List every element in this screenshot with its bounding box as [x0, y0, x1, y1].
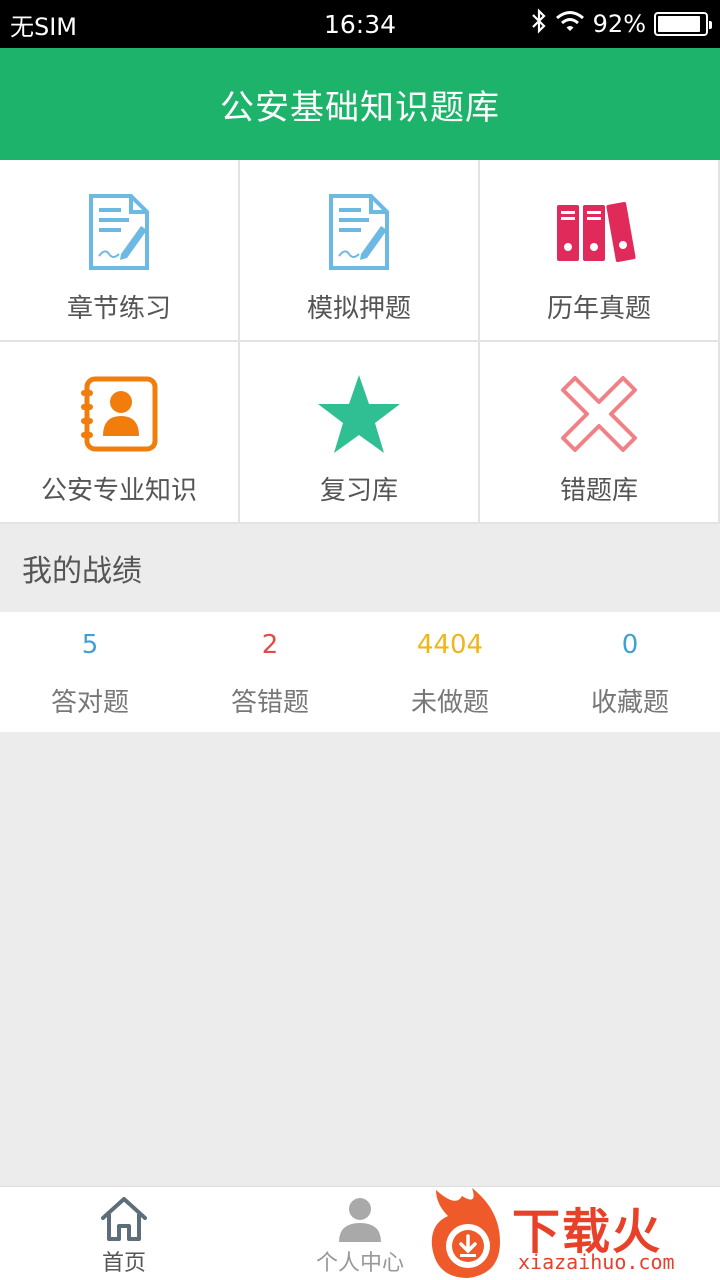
- stats-panel: 5 答对题 2 答错题 4404 未做题 0 收藏题: [0, 612, 720, 732]
- stat-correct[interactable]: 5 答对题: [0, 612, 180, 732]
- page-title: 公安基础知识题库: [220, 87, 500, 128]
- app-header: 公安基础知识题库: [0, 48, 720, 160]
- wifi-icon: [555, 10, 585, 38]
- watermark-logo: 下载火 xiazaihuo.com: [426, 1186, 720, 1280]
- stat-value: 4404: [416, 630, 484, 660]
- stat-wrong[interactable]: 2 答错题: [180, 612, 360, 732]
- feature-grid: 章节练习 模拟押题 历年真题 公安专业知识 复习库 错题库: [0, 160, 720, 524]
- home-icon: [99, 1195, 149, 1243]
- flame-logo-icon: [431, 1188, 500, 1278]
- stat-favorites[interactable]: 0 收藏题: [540, 612, 720, 732]
- stat-label: 未做题: [410, 688, 489, 718]
- grid-item-label: 复习库: [319, 476, 398, 506]
- grid-item-chapter-practice[interactable]: 章节练习: [0, 160, 240, 342]
- binders-icon: [554, 190, 644, 274]
- grid-item-label: 公安专业知识: [40, 476, 197, 506]
- app-screen: 无SIM 16:34 92% 公安基础知识题库 章节练习 模拟押题 历年真题 公…: [0, 0, 720, 1280]
- status-bar: 无SIM 16:34 92%: [0, 0, 720, 48]
- carrier-label: 无SIM: [10, 12, 78, 41]
- bluetooth-icon: [531, 8, 547, 40]
- status-indicators: 92%: [531, 8, 712, 40]
- grid-item-wrong-questions[interactable]: 错题库: [480, 342, 720, 524]
- battery-icon: [654, 12, 712, 36]
- section-heading: 我的战绩: [22, 554, 142, 589]
- grid-item-past-exams[interactable]: 历年真题: [480, 160, 720, 342]
- cross-icon: [554, 372, 644, 456]
- contact-book-icon: [74, 372, 164, 456]
- nav-home[interactable]: 首页: [4, 1187, 244, 1280]
- nav-label: 个人中心: [315, 1251, 404, 1276]
- star-icon: [314, 372, 404, 456]
- stat-label: 答错题: [230, 688, 309, 718]
- grid-item-label: 章节练习: [66, 294, 171, 324]
- watermark-url: xiazaihuo.com: [518, 1250, 675, 1274]
- stat-value: 0: [621, 630, 639, 660]
- stat-label: 答对题: [50, 688, 129, 718]
- grid-item-review-bank[interactable]: 复习库: [240, 342, 480, 524]
- person-icon: [335, 1195, 385, 1243]
- nav-label: 首页: [101, 1251, 146, 1276]
- grid-item-label: 错题库: [559, 476, 638, 506]
- grid-item-police-knowledge[interactable]: 公安专业知识: [0, 342, 240, 524]
- stat-undone[interactable]: 4404 未做题: [360, 612, 540, 732]
- stat-value: 5: [81, 630, 99, 660]
- battery-level: [658, 16, 701, 32]
- stats-section-title: 我的战绩: [0, 524, 720, 612]
- grid-item-mock-questions[interactable]: 模拟押题: [240, 160, 480, 342]
- stat-value: 2: [261, 630, 279, 660]
- document-pen-icon: [74, 190, 164, 274]
- grid-item-label: 历年真题: [546, 294, 651, 324]
- grid-item-label: 模拟押题: [306, 294, 411, 324]
- document-pen-icon: [314, 190, 404, 274]
- battery-percent: 92%: [592, 10, 646, 38]
- stat-label: 收藏题: [590, 688, 669, 718]
